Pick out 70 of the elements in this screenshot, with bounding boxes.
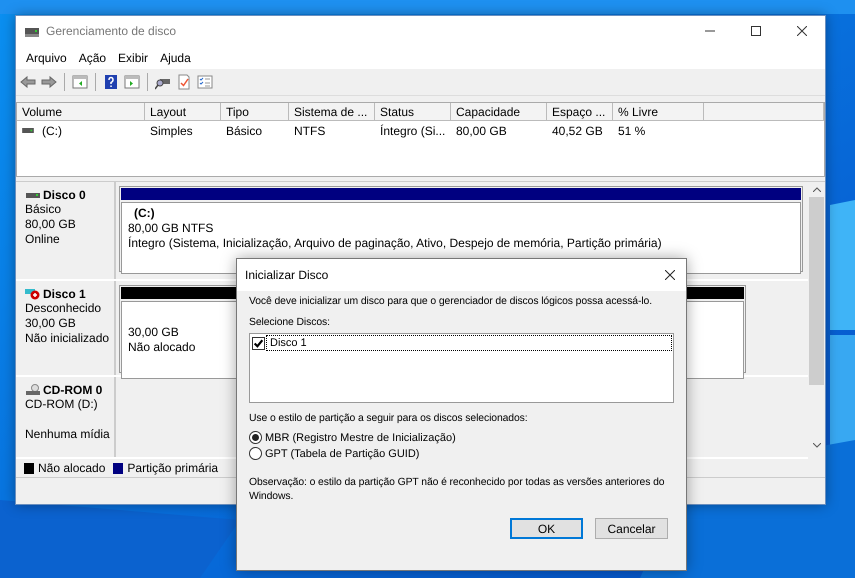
close-icon[interactable] bbox=[665, 270, 675, 280]
column-header[interactable]: Espaço ... bbox=[547, 103, 613, 121]
maximize-icon[interactable] bbox=[751, 26, 761, 36]
dialog-button[interactable]: OK bbox=[510, 518, 583, 539]
radio-label[interactable]: MBR (Registro Mestre de Inicialização) bbox=[265, 432, 456, 444]
radio-label[interactable]: GPT (Tabela de Partição GUID) bbox=[265, 448, 420, 460]
table-cell: Básico bbox=[226, 124, 262, 138]
disk-label-panel[interactable]: CD-ROM 0 CD-ROM (D:) Nenhuma mídia bbox=[16, 377, 116, 457]
disk-name: Disco 1 bbox=[43, 287, 86, 301]
disk-info: CD-ROM (D:) bbox=[25, 397, 99, 412]
table-cell: NTFS bbox=[294, 124, 326, 138]
scroll-down-icon[interactable] bbox=[812, 443, 820, 448]
table-cell: Íntegro (Si... bbox=[380, 124, 446, 138]
menu-item[interactable]: Ação bbox=[72, 50, 112, 64]
column-header[interactable]: Layout bbox=[145, 103, 221, 121]
disk-info: Desconhecido bbox=[25, 301, 102, 316]
disk-name: CD-ROM 0 bbox=[43, 383, 102, 397]
help-icon[interactable] bbox=[103, 74, 119, 90]
disk-info: 30,00 GB bbox=[25, 316, 77, 331]
disk-info: 80,00 GB bbox=[25, 217, 77, 232]
column-header[interactable]: Status bbox=[375, 103, 451, 121]
table-cell: 80,00 GB bbox=[456, 124, 507, 138]
column-header[interactable]: Capacidade bbox=[451, 103, 547, 121]
cd-drive-icon bbox=[25, 384, 41, 396]
partition-title: (C:) bbox=[133, 206, 155, 221]
radio-button[interactable] bbox=[249, 447, 262, 460]
close-icon[interactable] bbox=[797, 26, 807, 36]
dialog-button[interactable]: Cancelar bbox=[595, 518, 668, 539]
disk-label-panel[interactable]: Disco 1 Desconhecido 30,00 GB Não inicializado bbox=[16, 281, 116, 375]
drive-icon bbox=[22, 128, 34, 133]
menu-item[interactable]: Exibir bbox=[112, 50, 154, 64]
disk-name: Disco 0 bbox=[43, 188, 86, 202]
scroll-up-icon[interactable] bbox=[812, 187, 820, 192]
column-header[interactable]: Tipo bbox=[221, 103, 289, 121]
column-header[interactable]: % Livre bbox=[613, 103, 704, 121]
partition-style-label: Use o estilo de partição a seguir para os discos selecionados: bbox=[249, 412, 529, 426]
partition-info: Não alocado bbox=[128, 340, 196, 355]
disk-info: Nenhuma mídia bbox=[25, 427, 111, 442]
legend-label: Partição primária bbox=[127, 461, 218, 475]
table-cell: (C:) bbox=[42, 124, 62, 138]
partition-info: 30,00 GB bbox=[128, 325, 179, 340]
partition-info: Íntegro (Sistema, Inicialização, Arquivo de paginação, Ativo, Despejo de memória, Partição primária) bbox=[128, 236, 662, 251]
disk-label-panel[interactable]: Disco 0 Básico 80,00 GB Online bbox=[16, 182, 116, 279]
disk-info: Básico bbox=[25, 202, 62, 217]
list-label: Selecione Discos: bbox=[249, 316, 331, 330]
disk-info: Online bbox=[25, 232, 61, 247]
checklist-icon[interactable] bbox=[176, 74, 192, 90]
properties-icon[interactable] bbox=[197, 74, 213, 90]
panel-icon[interactable] bbox=[124, 74, 140, 90]
partition-info: 80,00 GB NTFS bbox=[128, 221, 214, 236]
disk-info: Não inicializado bbox=[25, 331, 110, 346]
table-cell: 40,52 GB bbox=[552, 124, 603, 138]
checkbox[interactable] bbox=[252, 336, 265, 350]
note-text: Observação: o estilo da partição GPT não é reconhecido por todas as versões anteriores do Windows. bbox=[249, 476, 666, 504]
list-item[interactable]: Disco 1 bbox=[267, 336, 671, 350]
back-arrow-icon[interactable] bbox=[20, 74, 36, 90]
table-cell: 51 % bbox=[618, 124, 646, 138]
legend-label: Não alocado bbox=[38, 461, 106, 475]
disk-error-icon bbox=[25, 288, 41, 300]
radio-button[interactable] bbox=[249, 431, 262, 444]
scrollbar[interactable] bbox=[808, 182, 825, 477]
forward-arrow-icon[interactable] bbox=[41, 74, 57, 90]
window-title: Gerenciamento de disco bbox=[46, 24, 176, 38]
column-header[interactable]: Volume bbox=[17, 103, 145, 121]
dialog-message: Você deve inicializar um disco para que o gerenciador de discos lógicos possa acessá-lo. bbox=[249, 295, 654, 309]
menu-item[interactable]: Arquivo bbox=[20, 50, 73, 64]
column-header[interactable]: Sistema de ... bbox=[289, 103, 375, 121]
menu-item[interactable]: Ajuda bbox=[154, 50, 197, 64]
panel-icon[interactable] bbox=[72, 74, 88, 90]
table-cell: Simples bbox=[150, 124, 193, 138]
